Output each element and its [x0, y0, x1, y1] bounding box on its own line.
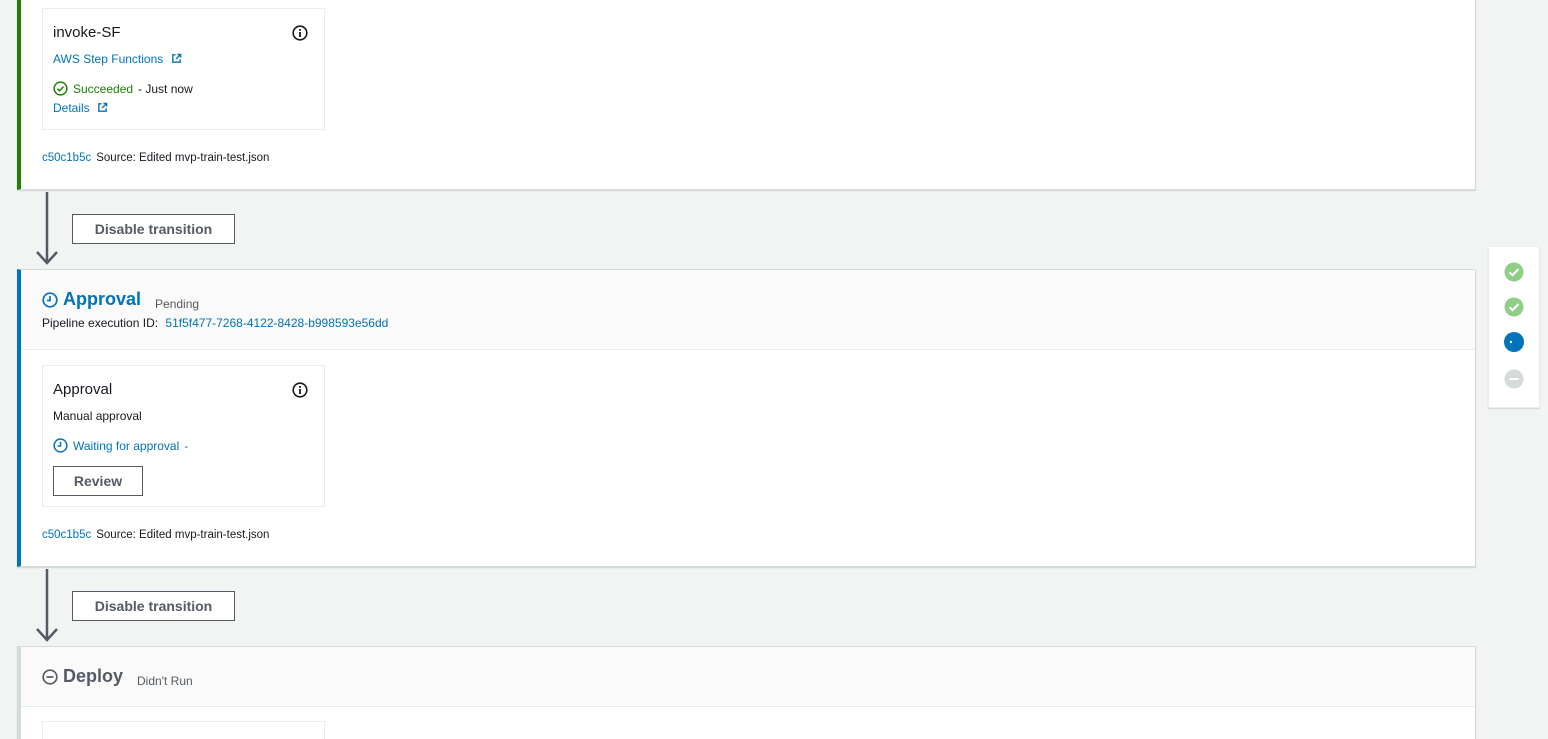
external-link-icon — [98, 102, 108, 112]
action-card-deploy — [42, 721, 325, 739]
minus-circle-icon — [42, 668, 58, 685]
status-waiting: Waiting for approval — [73, 438, 180, 453]
action-status: Waiting for approval - — [53, 438, 188, 453]
action-status: Succeeded - Just now — [53, 81, 193, 96]
check-circle-icon — [53, 81, 68, 96]
nav-step-succeeded-icon[interactable] — [1504, 262, 1524, 282]
stage-invoke: invoke-SF AWS Step Functions Succeeded -… — [17, 0, 1476, 190]
info-icon[interactable] — [292, 382, 308, 398]
action-card-invoke-sf: invoke-SF AWS Step Functions Succeeded -… — [42, 8, 325, 130]
commit-link[interactable]: c50c1b5c — [42, 529, 91, 541]
review-button[interactable]: Review — [53, 466, 143, 496]
commit-link[interactable]: c50c1b5c — [42, 152, 91, 164]
action-provider: Manual approval — [53, 409, 142, 423]
source-revision: c50c1b5c Source: Edited mvp-train-test.js… — [42, 152, 269, 164]
stage-header: Deploy Didn't Run — [21, 647, 1475, 707]
info-icon[interactable] — [292, 25, 308, 41]
disable-transition-button[interactable]: Disable transition — [72, 591, 235, 621]
source-message: Source: Edited mvp-train-test.json — [96, 152, 270, 164]
status-time: - — [184, 438, 189, 453]
transition-arrow — [36, 192, 58, 265]
provider-label: AWS Step Functions — [53, 52, 164, 66]
status-succeeded: Succeeded — [73, 81, 134, 96]
details-label: Details — [53, 101, 90, 115]
exec-id-link[interactable]: 51f5f477-7268-4122-8428-b998593e56dd — [165, 316, 388, 330]
nav-step-in-progress-icon[interactable] — [1504, 332, 1524, 352]
stage-status: Pending — [155, 296, 200, 311]
nav-step-not-run-icon[interactable] — [1504, 369, 1524, 389]
provider-link[interactable]: AWS Step Functions — [53, 52, 182, 66]
nav-step-succeeded-icon[interactable] — [1504, 297, 1524, 317]
clock-icon — [53, 438, 68, 453]
stage-title: Approval — [42, 289, 141, 310]
transition-arrow — [36, 569, 58, 642]
stage-approval: Approval Pending Pipeline execution ID: … — [17, 269, 1476, 567]
stage-status: Didn't Run — [137, 673, 193, 688]
stage-title: Deploy — [42, 666, 123, 687]
clock-icon — [42, 291, 58, 308]
details-link[interactable]: Details — [53, 101, 108, 115]
status-time: - Just now — [138, 81, 193, 96]
action-title: invoke-SF — [53, 24, 121, 41]
stage-title-label: Approval — [63, 289, 142, 309]
stage-navigator — [1488, 246, 1540, 408]
source-message: Source: Edited mvp-train-test.json — [96, 529, 270, 541]
exec-id-label: Pipeline execution ID: — [42, 315, 159, 330]
action-card-approval: Approval Manual approval Waiting for app… — [42, 365, 325, 507]
stage-title-label: Deploy — [63, 666, 124, 686]
action-title: Approval — [53, 381, 113, 398]
source-revision: c50c1b5c Source: Edited mvp-train-test.js… — [42, 529, 269, 541]
stage-header: Approval Pending Pipeline execution ID: … — [21, 270, 1475, 350]
external-link-icon — [171, 53, 181, 63]
stage-deploy: Deploy Didn't Run — [17, 646, 1476, 739]
pipeline-execution-id: Pipeline execution ID: 51f5f477-7268-412… — [42, 316, 1454, 330]
disable-transition-button[interactable]: Disable transition — [72, 214, 235, 244]
